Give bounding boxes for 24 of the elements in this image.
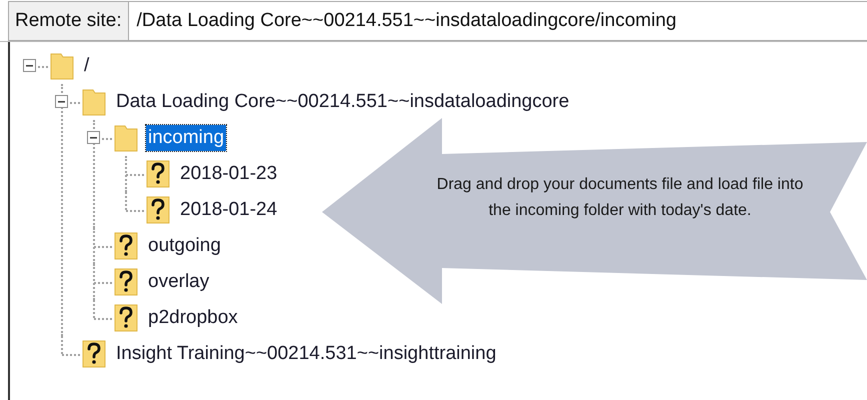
tree-item[interactable]: 2018-01-24 [178,197,280,223]
folder-icon [114,124,138,152]
remote-site-label: Remote site: [8,1,129,41]
tree-item[interactable]: Data Loading Core~~00214.551~~insdataloadingcore [114,89,572,115]
tree-item[interactable]: 2018-01-23 [178,161,280,187]
callout-text: Drag and drop your documents file and load file into the incoming folder with today's date. [436,175,804,221]
tree-item[interactable]: outgoing [146,233,223,259]
unknown-file-icon [114,304,138,332]
tree-item[interactable]: / [82,53,92,79]
path-field[interactable]: /Data Loading Core~~00214.551~~insdataloadingcore/incoming [128,1,867,41]
tree-item[interactable]: incoming [146,125,226,151]
tree-item[interactable]: Insight Training~~00214.531~~insighttraining [114,341,498,367]
tree-item[interactable]: p2dropbox [146,305,240,331]
unknown-file-icon [146,160,170,188]
unknown-file-icon [82,340,106,368]
collapse-icon[interactable] [23,59,36,72]
unknown-file-icon [114,268,138,296]
collapse-icon[interactable] [55,95,68,108]
folder-icon [50,52,74,80]
tree-item[interactable]: overlay [146,269,212,295]
unknown-file-icon [114,232,138,260]
folder-icon [82,88,106,116]
unknown-file-icon [146,196,170,224]
collapse-icon[interactable] [87,131,100,144]
